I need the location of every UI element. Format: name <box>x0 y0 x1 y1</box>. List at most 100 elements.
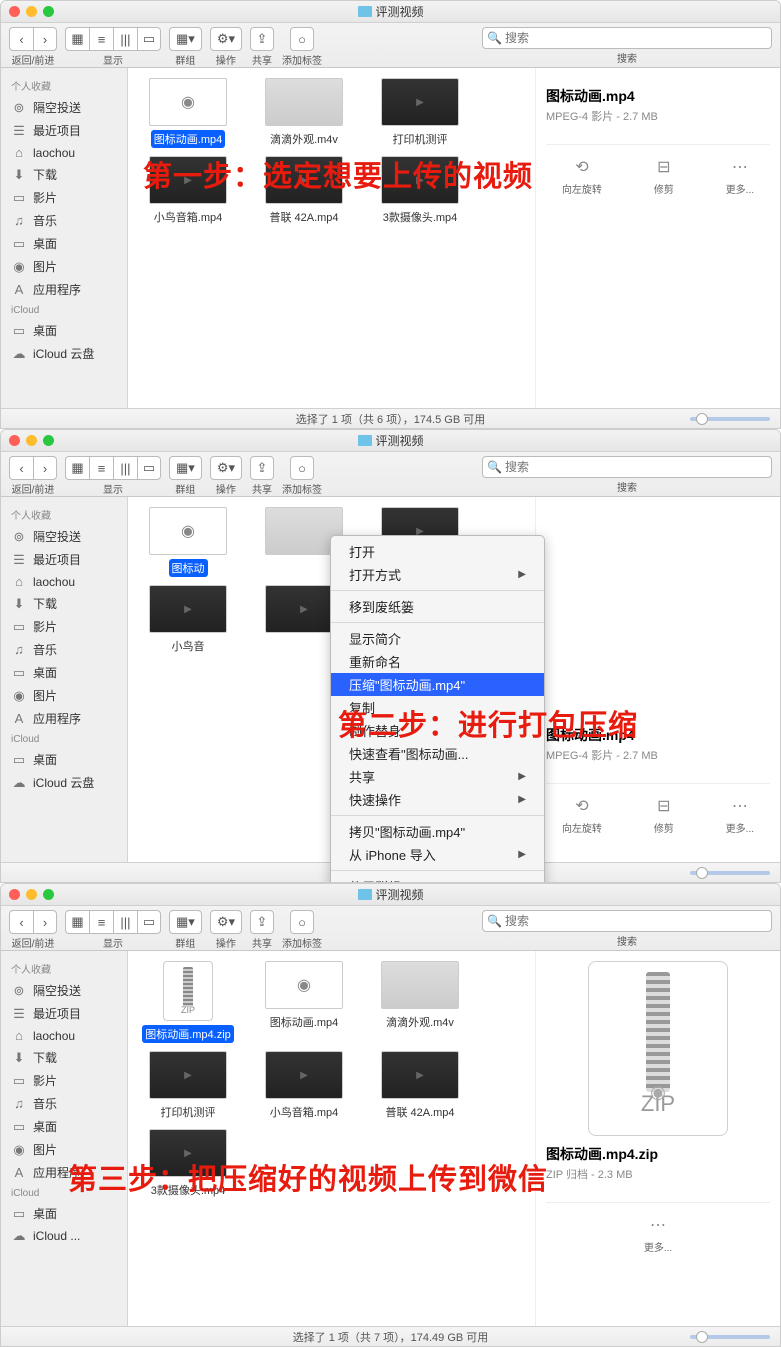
share-button[interactable]: ⇪ <box>250 456 274 480</box>
minimize-icon[interactable] <box>26 435 37 446</box>
file-item[interactable]: 小鸟音箱.mp4 <box>140 156 236 226</box>
context-menu-item[interactable]: 打开 <box>331 540 544 563</box>
back-button[interactable]: ‹ <box>9 27 33 51</box>
sidebar-item[interactable]: ▭桌面 <box>1 232 127 255</box>
zoom-slider[interactable] <box>690 1335 770 1339</box>
file-item[interactable]: 图标动画.mp4 <box>256 961 352 1043</box>
context-menu-item[interactable]: 复制 <box>331 696 544 719</box>
sidebar-item[interactable]: ◉图片 <box>1 684 127 707</box>
sidebar-item[interactable]: ⬇下载 <box>1 163 127 186</box>
context-menu-item[interactable]: 从 iPhone 导入▶ <box>331 843 544 866</box>
context-menu-item[interactable]: 拷贝"图标动画.mp4" <box>331 820 544 843</box>
file-item[interactable]: 普联 42A.mp4 <box>372 1051 468 1121</box>
tags-button[interactable]: ○ <box>290 27 314 51</box>
zoom-slider[interactable] <box>690 417 770 421</box>
minimize-icon[interactable] <box>26 6 37 17</box>
action-button[interactable]: ⚙▾ <box>210 910 242 934</box>
context-menu[interactable]: 打开打开方式▶移到废纸篓显示简介重新命名压缩"图标动画.mp4"复制制作替身快速… <box>330 535 545 883</box>
file-item[interactable]: 图标动画.mp4 <box>140 78 236 148</box>
context-menu-item[interactable]: 打开方式▶ <box>331 563 544 586</box>
tags-button[interactable]: ○ <box>290 456 314 480</box>
maximize-icon[interactable] <box>43 889 54 900</box>
sidebar-item[interactable]: ▭影片 <box>1 615 127 638</box>
sidebar-item[interactable]: ♫音乐 <box>1 209 127 232</box>
context-menu-item[interactable]: 使用群组 <box>331 875 544 883</box>
close-icon[interactable] <box>9 435 20 446</box>
zoom-slider[interactable] <box>690 871 770 875</box>
trim-button[interactable]: ⊟修剪 <box>654 796 674 835</box>
file-item[interactable]: 打印机测评 <box>372 78 468 148</box>
file-item[interactable]: 3款摄像头.mp4 <box>140 1129 236 1199</box>
sidebar-item[interactable]: ▭影片 <box>1 1069 127 1092</box>
more-button[interactable]: ⋯更多... <box>726 796 754 835</box>
context-menu-item[interactable]: 重新命名 <box>331 650 544 673</box>
view-list-button[interactable]: ≡ <box>89 456 113 480</box>
sidebar-item[interactable]: ⌂laochou <box>1 142 127 163</box>
back-button[interactable]: ‹ <box>9 910 33 934</box>
maximize-icon[interactable] <box>43 6 54 17</box>
file-item[interactable]: 小鸟音 <box>140 585 236 655</box>
sidebar-item[interactable]: A应用程序 <box>1 1161 127 1184</box>
sidebar-item[interactable]: ♫音乐 <box>1 638 127 661</box>
sidebar-item[interactable]: ☁iCloud ... <box>1 1225 127 1247</box>
view-list-button[interactable]: ≡ <box>89 910 113 934</box>
close-icon[interactable] <box>9 889 20 900</box>
sidebar-item[interactable]: ☁iCloud 云盘 <box>1 771 127 794</box>
more-button[interactable]: ⋯更多... <box>644 1215 672 1254</box>
file-item[interactable]: 普联 42A.mp4 <box>256 156 352 226</box>
file-item[interactable]: 小鸟音箱.mp4 <box>256 1051 352 1121</box>
context-menu-item[interactable]: 显示简介 <box>331 627 544 650</box>
forward-button[interactable]: › <box>33 456 57 480</box>
sidebar-item[interactable]: ⬇下载 <box>1 592 127 615</box>
context-menu-item[interactable]: 快速查看"图标动画... <box>331 742 544 765</box>
forward-button[interactable]: › <box>33 27 57 51</box>
rotate-left-button[interactable]: ⟲向左旋转 <box>562 796 602 835</box>
sidebar-item[interactable]: ▭桌面 <box>1 319 127 342</box>
context-menu-item[interactable]: 移到废纸篓 <box>331 595 544 618</box>
minimize-icon[interactable] <box>26 889 37 900</box>
sidebar-item[interactable]: ◉图片 <box>1 1138 127 1161</box>
action-button[interactable]: ⚙▾ <box>210 27 242 51</box>
trim-button[interactable]: ⊟修剪 <box>654 157 674 196</box>
titlebar[interactable]: 评测视频 <box>1 1 780 23</box>
titlebar[interactable]: 评测视频 <box>1 884 780 906</box>
view-gallery-button[interactable]: ▭ <box>137 910 161 934</box>
context-menu-item[interactable]: 快速操作▶ <box>331 788 544 811</box>
sidebar-item[interactable]: ⊚隔空投送 <box>1 979 127 1002</box>
sidebar-item[interactable]: ☰最近项目 <box>1 1002 127 1025</box>
file-grid[interactable]: ZIP图标动画.mp4.zip图标动画.mp4滴滴外观.m4v打印机测评小鸟音箱… <box>128 951 535 1326</box>
titlebar[interactable]: 评测视频 <box>1 430 780 452</box>
search-input[interactable] <box>482 27 772 49</box>
file-item[interactable]: 滴滴外观.m4v <box>256 78 352 148</box>
file-item[interactable]: 图标动 <box>140 507 236 577</box>
sidebar-item[interactable]: ▭影片 <box>1 186 127 209</box>
group-button[interactable]: ▦▾ <box>169 27 202 51</box>
back-button[interactable]: ‹ <box>9 456 33 480</box>
maximize-icon[interactable] <box>43 435 54 446</box>
context-menu-item[interactable]: 制作替身 <box>331 719 544 742</box>
view-gallery-button[interactable]: ▭ <box>137 456 161 480</box>
tags-button[interactable]: ○ <box>290 910 314 934</box>
sidebar-item[interactable]: ◉图片 <box>1 255 127 278</box>
action-button[interactable]: ⚙▾ <box>210 456 242 480</box>
forward-button[interactable]: › <box>33 910 57 934</box>
view-icon-button[interactable]: ▦ <box>65 27 89 51</box>
file-item[interactable]: 3款摄像头.mp4 <box>372 156 468 226</box>
context-menu-item[interactable]: 共享▶ <box>331 765 544 788</box>
search-input[interactable] <box>482 910 772 932</box>
sidebar-item[interactable]: ☁iCloud 云盘 <box>1 342 127 365</box>
view-column-button[interactable]: ||| <box>113 27 137 51</box>
sidebar-item[interactable]: ⊚隔空投送 <box>1 96 127 119</box>
sidebar-item[interactable]: ⬇下载 <box>1 1046 127 1069</box>
view-icon-button[interactable]: ▦ <box>65 456 89 480</box>
file-item[interactable]: ZIP图标动画.mp4.zip <box>140 961 236 1043</box>
sidebar-item[interactable]: ☰最近项目 <box>1 119 127 142</box>
sidebar-item[interactable]: ☰最近项目 <box>1 548 127 571</box>
sidebar-item[interactable]: ⊚隔空投送 <box>1 525 127 548</box>
file-item[interactable]: 打印机测评 <box>140 1051 236 1121</box>
sidebar-item[interactable]: ▭桌面 <box>1 1202 127 1225</box>
sidebar-item[interactable]: ▭桌面 <box>1 661 127 684</box>
view-column-button[interactable]: ||| <box>113 910 137 934</box>
view-gallery-button[interactable]: ▭ <box>137 27 161 51</box>
sidebar-item[interactable]: ⌂laochou <box>1 1025 127 1046</box>
